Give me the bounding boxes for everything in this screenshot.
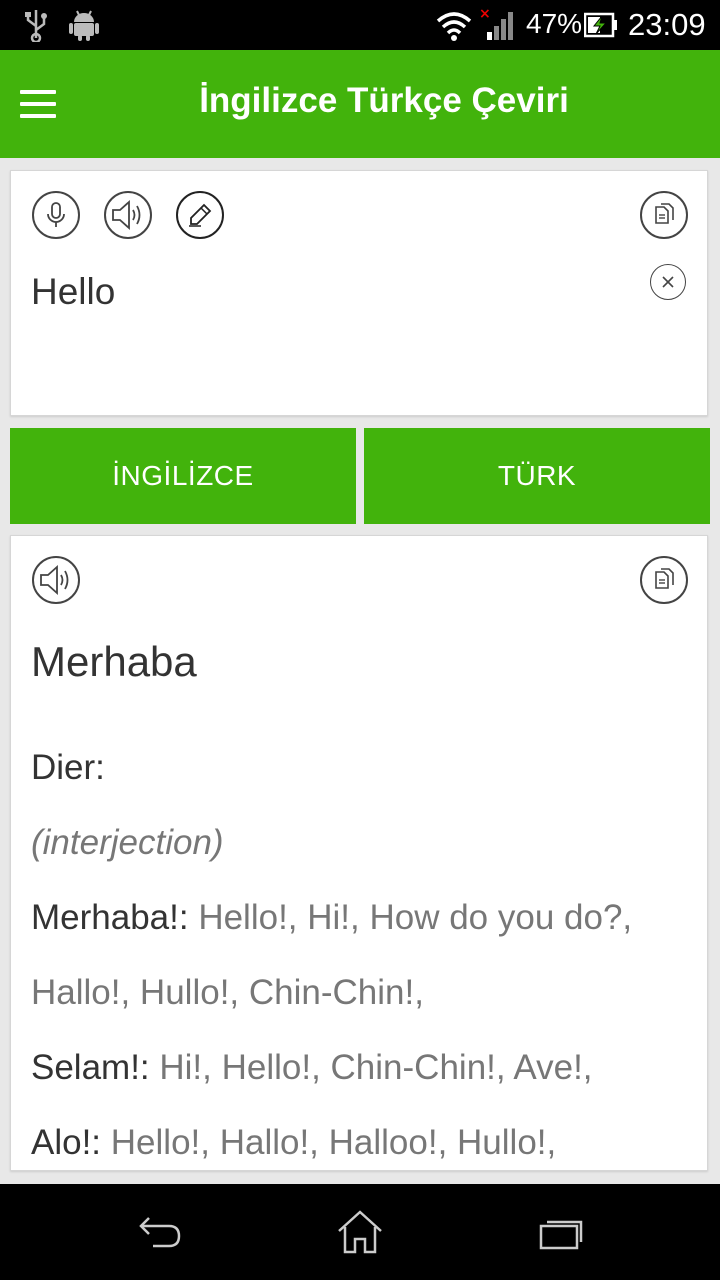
output-card: Merhaba Dier: (interjection) Merhaba!: H… — [10, 535, 708, 1171]
dictionary-entry: Selam!: Hi!, Hello!, Chin-Chin!, Ave!, — [31, 1048, 593, 1088]
dictionary-entry: Hallo!, Hullo!, Chin-Chin!, — [31, 973, 424, 1013]
source-language-button[interactable]: İNGİLİZCE — [10, 428, 356, 524]
copy-icon — [655, 568, 674, 589]
translation-result: Merhaba — [31, 638, 197, 685]
svg-text:×: × — [479, 6, 491, 22]
signal-icon: × — [479, 6, 513, 40]
dictionary-entry: Merhaba!: Hello!, Hi!, How do you do?, — [31, 898, 632, 938]
usb-icon — [25, 10, 47, 42]
copy-input-button[interactable] — [640, 191, 688, 239]
target-language-button[interactable]: TÜRK — [364, 428, 710, 524]
back-button[interactable] — [130, 1208, 190, 1256]
back-icon — [139, 1217, 181, 1248]
recents-button[interactable] — [530, 1208, 590, 1256]
clear-icon — [662, 276, 674, 288]
speaker-icon — [112, 199, 141, 231]
input-card: Hello — [10, 170, 708, 416]
navigation-bar — [0, 1184, 720, 1280]
wifi-icon — [436, 12, 472, 41]
app-bar: İngilizce Türkçe Çeviri — [0, 50, 720, 158]
speak-input-button[interactable] — [104, 191, 152, 239]
entry-term: Selam!: — [31, 1048, 150, 1087]
pencil-icon — [189, 203, 212, 227]
entry-meanings: Hi!, Hello!, Chin-Chin!, Ave!, — [149, 1048, 593, 1087]
microphone-button[interactable] — [32, 191, 80, 239]
speaker-icon — [40, 564, 69, 596]
recents-icon — [539, 1220, 583, 1250]
dictionary-entry: Alo!: Hello!, Hallo!, Halloo!, Hullo!, — [31, 1123, 556, 1163]
entry-meanings: Hello!, Hallo!, Halloo!, Hullo!, — [101, 1123, 557, 1162]
source-text-input[interactable]: Hello — [31, 271, 115, 313]
home-button[interactable] — [330, 1208, 390, 1256]
entry-meanings: Hallo!, Hullo!, Chin-Chin!, — [31, 973, 424, 1012]
home-icon — [338, 1210, 382, 1254]
entry-term: Merhaba!: — [31, 898, 189, 937]
handwriting-button[interactable] — [176, 191, 224, 239]
speak-output-button[interactable] — [32, 556, 80, 604]
other-meanings-label: Dier: — [31, 748, 105, 787]
microphone-icon — [47, 202, 65, 227]
status-bar: × 47% 23:09 — [0, 0, 720, 50]
clear-input-button[interactable] — [650, 264, 686, 300]
copy-output-button[interactable] — [640, 556, 688, 604]
copy-icon — [655, 203, 674, 224]
android-icon — [69, 10, 99, 41]
entry-meanings: Hello!, Hi!, How do you do?, — [188, 898, 633, 937]
part-of-speech: (interjection) — [31, 823, 224, 862]
battery-percentage: 47% — [526, 8, 583, 39]
page-title: İngilizce Türkçe Çeviri — [199, 81, 569, 120]
clock: 23:09 — [628, 7, 706, 42]
battery-charging-icon — [584, 12, 617, 38]
entry-term: Alo!: — [31, 1123, 102, 1162]
